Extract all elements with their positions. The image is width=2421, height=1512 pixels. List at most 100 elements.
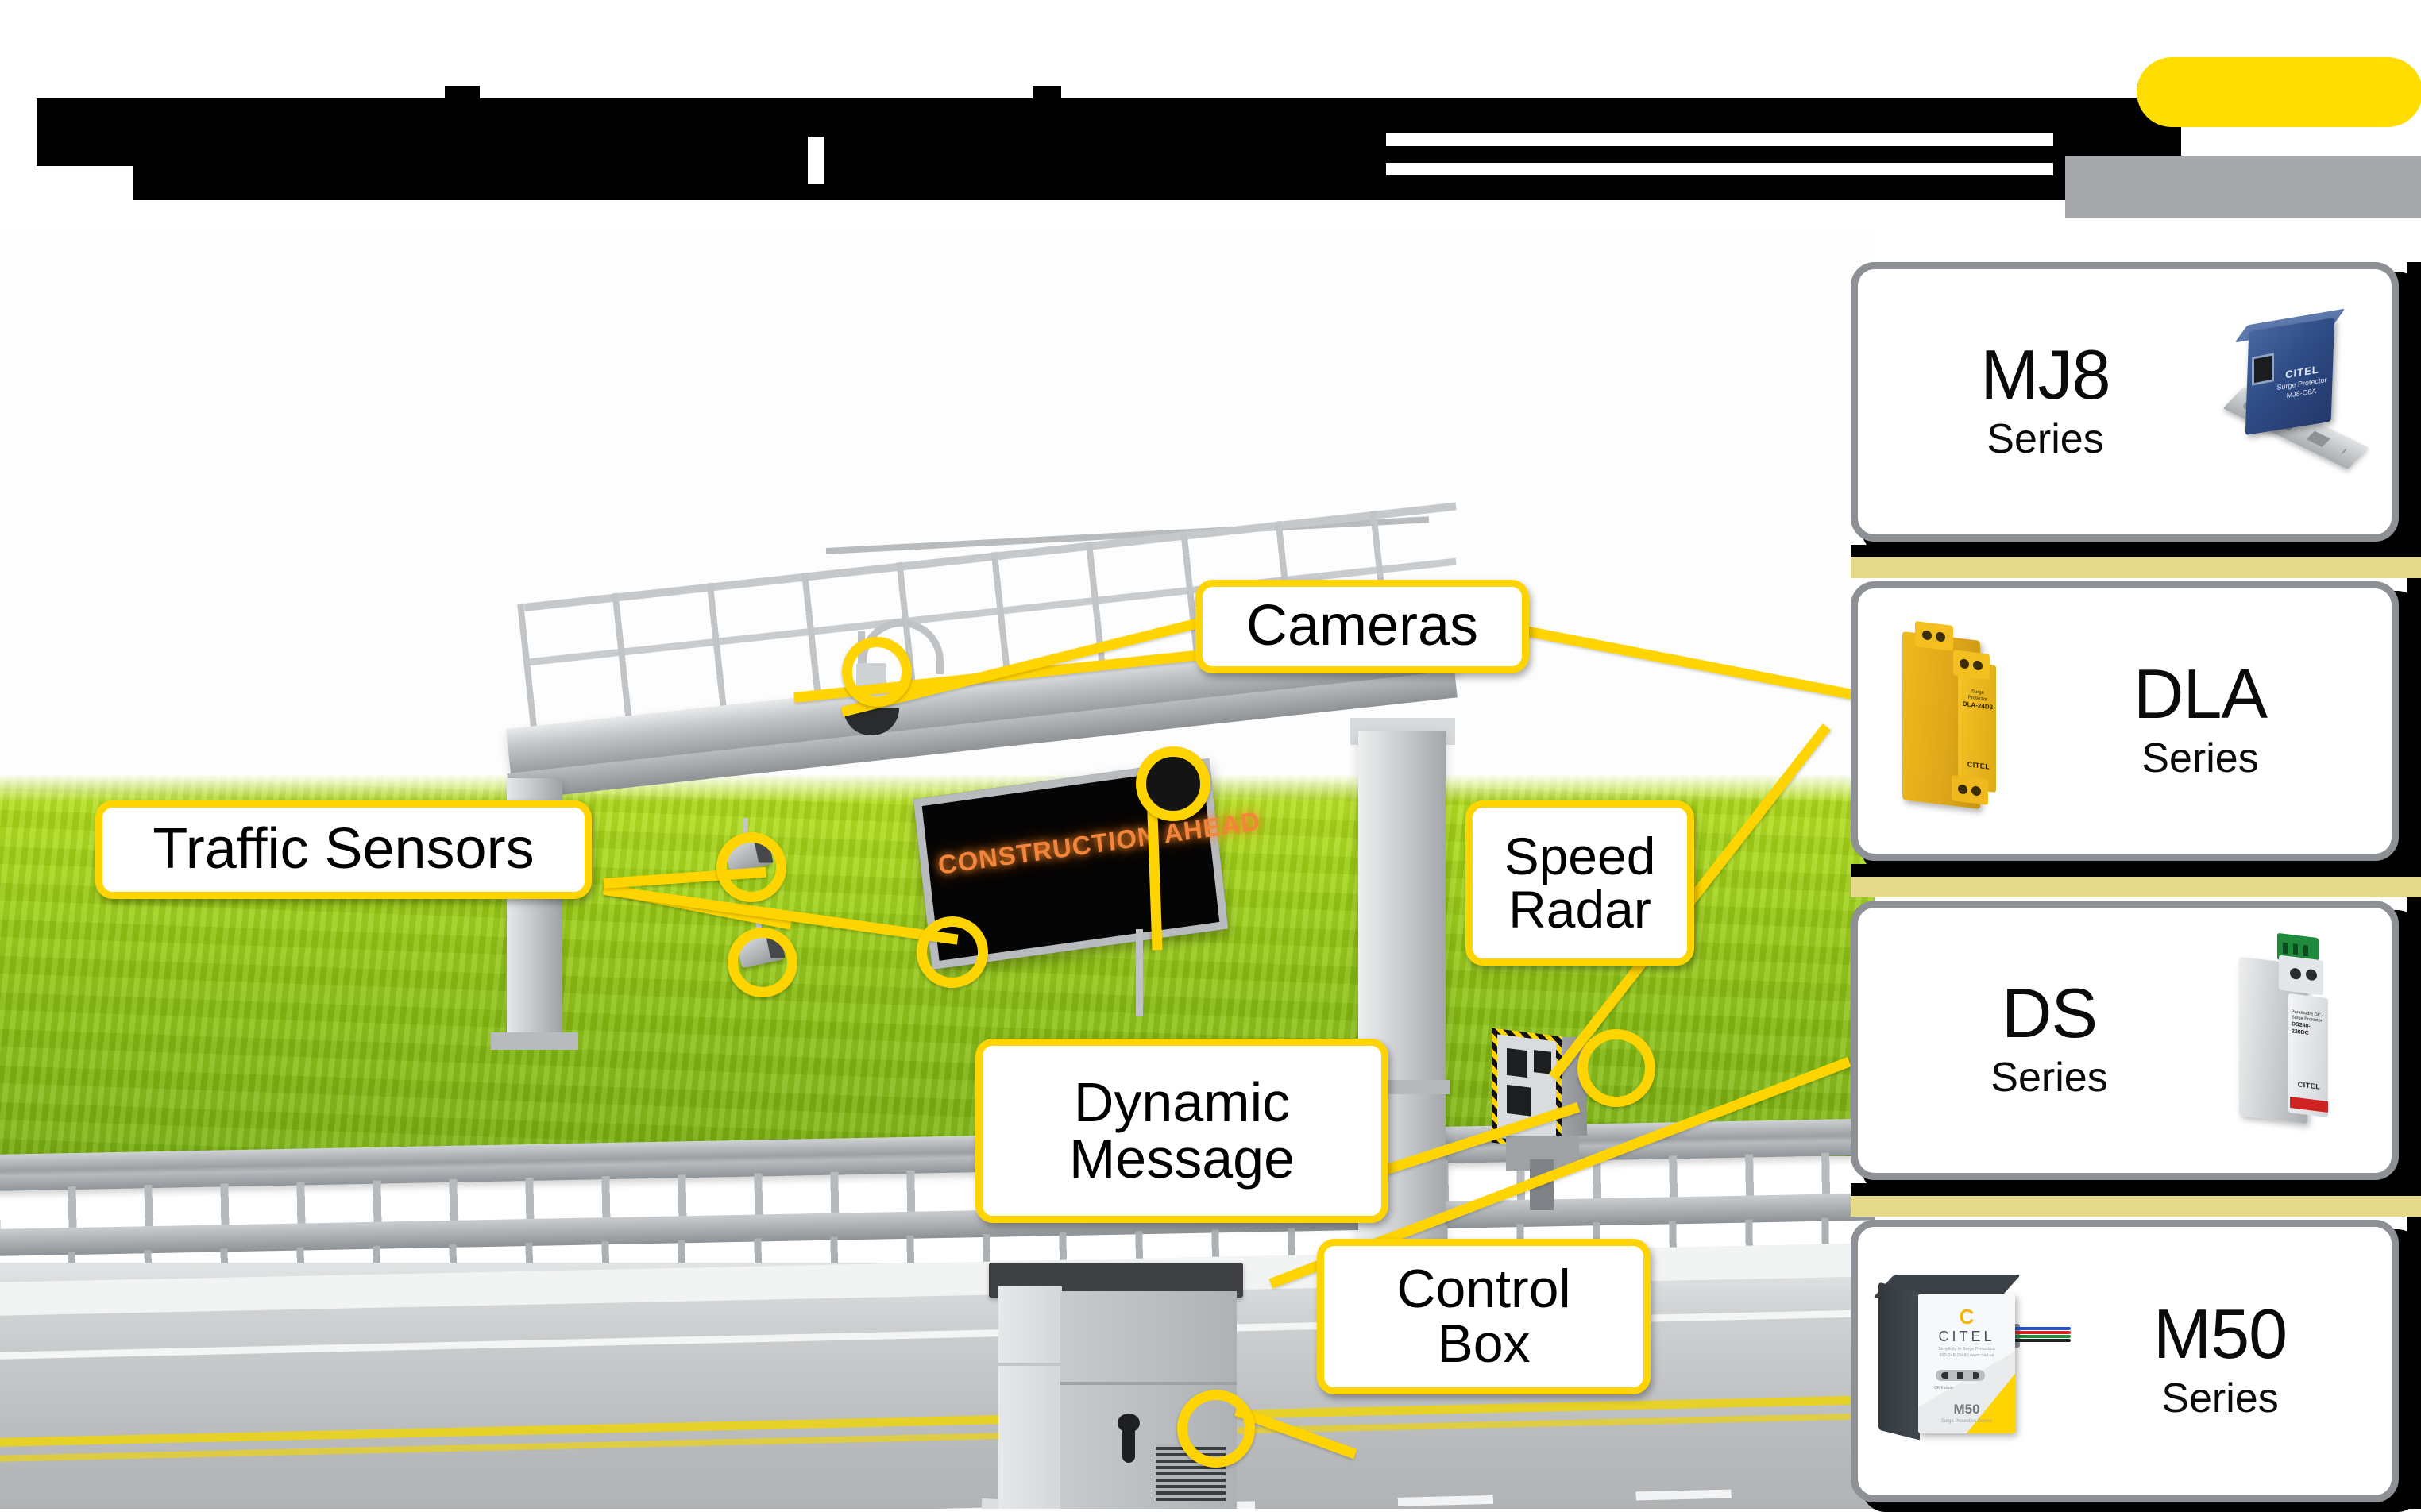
callout-dynamic-message-line1: Dynamic [1073, 1070, 1291, 1133]
cabinet-side-panel [998, 1286, 1062, 1509]
product-model-dla: DLA [2133, 654, 2268, 733]
radar-lens-3 [1507, 1084, 1531, 1117]
marker-ring-sensor-3 [716, 832, 786, 902]
callout-traffic-sensors[interactable]: Traffic Sensors [95, 800, 592, 899]
callout-control-box-line2: Box [1437, 1313, 1531, 1374]
ds-terminal-hole-minus [2306, 968, 2317, 982]
dla-terminal-bottom [1952, 775, 1988, 805]
callout-speed-radar-line2: Radar [1508, 880, 1651, 939]
ds-terminal-cap [2279, 955, 2323, 996]
marker-ring-sensor-1 [728, 928, 797, 997]
dla-terminal-top [1915, 621, 1953, 651]
callout-cameras[interactable]: Cameras [1195, 580, 1529, 673]
product-model-m50: M50 [2153, 1294, 2288, 1373]
m50-wire-blue [2012, 1327, 2071, 1330]
product-text-m50: M50 Series [2069, 1294, 2371, 1423]
dla-surge-protector-image: Surge Protector DLA-24D3 CITEL [1878, 621, 2029, 820]
header-gap-slot [808, 137, 824, 184]
radar-lens-1 [1507, 1047, 1527, 1078]
product-series-ds: Series [1990, 1054, 2108, 1101]
marker-ring-speed-radar [1577, 1029, 1655, 1107]
dla-terminal-hole-2 [1936, 631, 1945, 642]
divider-khaki-2 [1851, 877, 2421, 897]
m50-contact-text: 800-248-3548 | www.citel.us [1939, 1353, 1994, 1359]
m50-front-face: C CITEL Simplicity in Surge Protection 8… [1918, 1294, 2015, 1433]
product-series-mj8: Series [1987, 415, 2104, 462]
callout-control-box-line1: Control [1396, 1258, 1571, 1319]
product-series-m50: Series [2161, 1375, 2279, 1421]
product-art-dla: Surge Protector DLA-24D3 CITEL [1878, 621, 2029, 820]
marker-ring-control-box [1177, 1390, 1255, 1468]
divider-black-1 [1851, 545, 2421, 557]
product-art-mj8: CITEL Surge Protector MJ8-C6A [2212, 308, 2371, 485]
header-badge-redacted [2137, 57, 2421, 127]
dla-terminal-hole-3 [1960, 658, 1969, 669]
callout-dynamic-message-line2: Message [1068, 1128, 1295, 1190]
page-title-redacted [37, 98, 2181, 166]
dla-terminal-hole-1 [1922, 630, 1932, 641]
callout-speed-radar[interactable]: Speed Radar [1465, 800, 1694, 966]
dms-support-post [1136, 929, 1143, 1016]
m50-wire-black [2012, 1339, 2071, 1342]
m50-tagline: Simplicity in Surge Protection 800-248-3… [1918, 1346, 2015, 1360]
highway-illustration: CONSTRUCTION AHEAD Cameras Traffic Senso… [0, 230, 1875, 1509]
cabinet-seam-side [998, 1363, 1062, 1366]
marker-ring-camera-dome [842, 637, 912, 707]
dla-terminal-hole-4 [1973, 660, 1983, 671]
divider-khaki-3 [1851, 1196, 2421, 1217]
m50-brand: CITEL [1938, 1329, 1995, 1344]
header-gap-bar-2 [1386, 163, 2053, 176]
dla-terminal-hole-6 [1971, 785, 1981, 796]
ds-label: Parafoudre DC / Surge Protector DS240-22… [2292, 1009, 2326, 1040]
mj8-surge-protector-image: CITEL Surge Protector MJ8-C6A [2212, 308, 2371, 485]
callout-control-box[interactable]: Control Box [1317, 1239, 1651, 1394]
m50-status-leds [1936, 1370, 1985, 1381]
product-card-ds[interactable]: DS Series Parafoudre DC / Surge Protecto… [1851, 901, 2399, 1180]
dla-front-face [1958, 661, 1996, 793]
product-card-dla[interactable]: Surge Protector DLA-24D3 CITEL DLA Serie… [1851, 581, 2399, 861]
mj8-rj45-jack [2252, 353, 2274, 386]
divider-black-3 [1851, 1183, 2421, 1196]
citel-logo-icon: C [1959, 1305, 1975, 1329]
product-card-mj8[interactable]: MJ8 Series CITEL Surge Protector MJ8-C6A [1851, 262, 2399, 542]
m50-type: Surge Protective Device [1940, 1419, 1993, 1424]
product-art-ds: Parafoudre DC / Surge Protector DS240-22… [2220, 932, 2371, 1144]
radar-lens-2 [1534, 1050, 1551, 1074]
marker-ring-sensor-2 [917, 916, 988, 988]
product-series-dla: Series [2141, 735, 2259, 781]
m50-wire-red [2012, 1331, 2071, 1334]
m50-wire-bundle [2012, 1327, 2071, 1344]
m50-surge-protector-image: C CITEL Simplicity in Surge Protection 8… [1872, 1270, 2071, 1452]
roadside-control-cabinet [980, 1263, 1260, 1509]
cabinet-seam-front [1060, 1382, 1237, 1385]
header-gray-bar [2065, 156, 2421, 218]
product-model-mj8: MJ8 [1980, 334, 2110, 414]
marker-ring-dms [1136, 746, 1210, 821]
divider-khaki-1 [1851, 557, 2421, 578]
product-model-ds: DS [2001, 973, 2098, 1052]
gantry-column-left-base [491, 1032, 578, 1050]
m50-part: M50 [1953, 1402, 1980, 1417]
callout-dynamic-message[interactable]: Dynamic Message [975, 1039, 1388, 1223]
dla-type: Surge Protector [1967, 689, 1988, 702]
ds-terminal-hole-plus [2290, 967, 2301, 980]
product-text-mj8: MJ8 Series [1878, 334, 2212, 464]
dla-terminal-hole-5 [1958, 784, 1967, 795]
header-gap-bar-1 [1386, 133, 2053, 146]
dla-terminal-mid [1953, 650, 1990, 680]
ds-surge-protector-image: Parafoudre DC / Surge Protector DS240-22… [2220, 932, 2371, 1144]
product-card-m50[interactable]: C CITEL Simplicity in Surge Protection 8… [1851, 1220, 2399, 1502]
m50-side-face [1878, 1282, 1920, 1441]
cabinet-handle [1122, 1421, 1135, 1463]
dla-label: Surge Protector DLA-24D3 [1961, 688, 1994, 712]
dms-message-text: CONSTRUCTION AHEAD [936, 805, 1262, 880]
m50-wire-green [2012, 1335, 2071, 1338]
slide-canvas: CONSTRUCTION AHEAD Cameras Traffic Senso… [0, 0, 2421, 1512]
product-card-rail: MJ8 Series CITEL Surge Protector MJ8-C6A [1851, 262, 2421, 1512]
callout-cameras-label: Cameras [1245, 594, 1479, 658]
m50-led-legend: OK Failure [1934, 1386, 1953, 1390]
callout-traffic-sensors-label: Traffic Sensors [153, 817, 535, 881]
product-art-m50: C CITEL Simplicity in Surge Protection 8… [1872, 1270, 2071, 1452]
product-text-ds: DS Series [1878, 978, 2220, 1102]
callout-speed-radar-line1: Speed [1504, 826, 1656, 885]
